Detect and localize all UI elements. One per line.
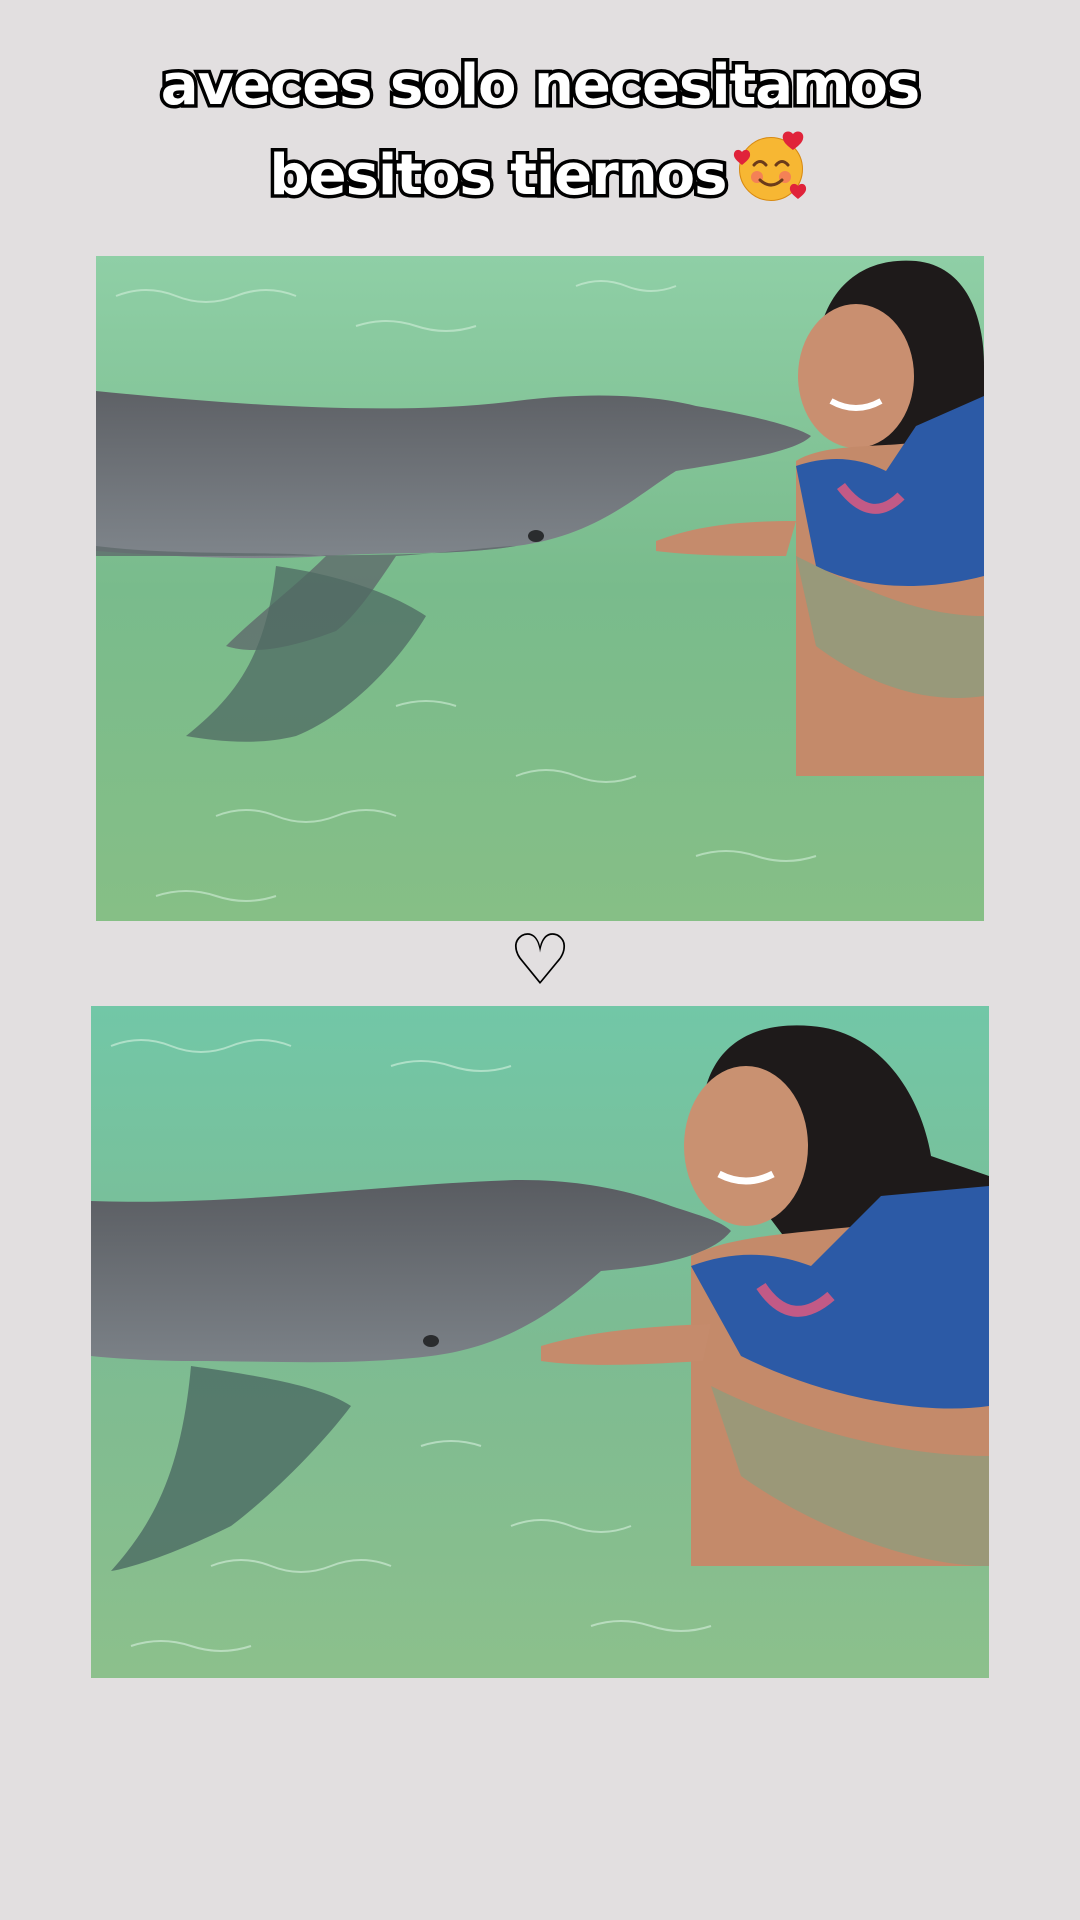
caption-line-2: besitos tiernos (266, 140, 731, 212)
caption-text: aveces solo necesitamos besitos tiernos (0, 44, 1080, 218)
photo-bottom-illustration (91, 1006, 989, 1678)
smiling-face-with-hearts-icon (734, 131, 807, 201)
woman-kissing-dolphin-photo-top (96, 256, 984, 921)
story-page: aveces solo necesitamos besitos tiernos (0, 0, 1080, 1920)
caption-line-2-wrap: besitos tiernos (0, 128, 1080, 218)
caption-line-1: aveces solo necesitamos (157, 50, 924, 122)
woman-kissing-dolphin-photo-bottom (91, 1006, 989, 1678)
heart-divider: ♡ (508, 919, 572, 1001)
photo-top-illustration (96, 256, 984, 921)
